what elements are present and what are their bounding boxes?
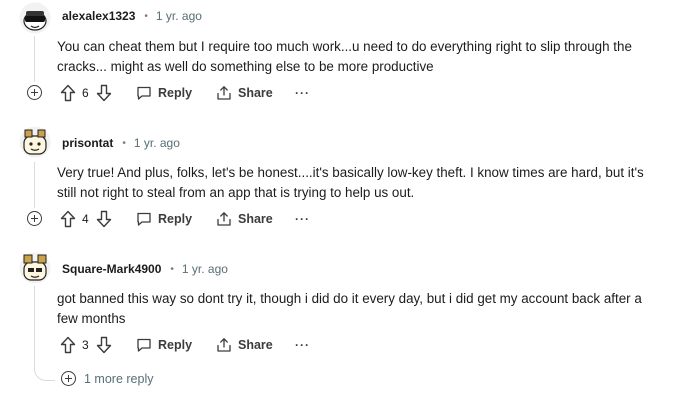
comment-meta: prisontat • 1 yr. ago	[62, 136, 180, 150]
snoo-avatar-icon[interactable]	[19, 2, 51, 34]
plus-circle-icon[interactable]	[27, 211, 42, 226]
share-label: Share	[238, 338, 273, 352]
reply-button[interactable]: Reply	[136, 83, 192, 103]
share-button[interactable]: Share	[216, 209, 273, 229]
comment-body: got banned this way so dont try it, thou…	[57, 289, 657, 329]
share-upload-icon	[217, 86, 231, 100]
vote-score: 3	[82, 338, 89, 352]
thread-elbow-connector	[34, 358, 55, 381]
arrow-up-icon[interactable]	[60, 84, 76, 102]
thread-rail[interactable]	[34, 36, 35, 82]
vote-group: 6	[60, 83, 112, 103]
vote-score: 4	[82, 212, 89, 226]
comment-actions: 3 Reply Share ···	[0, 335, 676, 359]
thread-rail[interactable]	[34, 162, 35, 208]
author-link[interactable]: Square-Mark4900	[62, 262, 161, 276]
comment-thread: alexalex1323 • 1 yr. ago You can cheat t…	[0, 0, 676, 404]
share-button[interactable]: Share	[216, 335, 273, 355]
speech-bubble-icon	[137, 338, 151, 352]
comment-text: Very true! And plus, folks, let's be hon…	[57, 165, 644, 200]
arrow-up-icon[interactable]	[60, 210, 76, 228]
comment-body: You can cheat them but I require too muc…	[57, 37, 657, 77]
reply-label: Reply	[158, 86, 193, 100]
share-label: Share	[238, 212, 273, 226]
reply-label: Reply	[158, 212, 193, 226]
plus-circle-icon	[61, 371, 76, 386]
comment-text: You can cheat them but I require too muc…	[57, 39, 632, 74]
comment-meta: alexalex1323 • 1 yr. ago	[62, 9, 202, 23]
reply-button[interactable]: Reply	[136, 335, 192, 355]
more-replies-label: 1 more reply	[84, 371, 154, 386]
vote-group: 4	[60, 209, 112, 229]
comment-actions: 4 Reply Share ···	[0, 209, 676, 233]
snoo-avatar-icon[interactable]	[19, 252, 51, 284]
speech-bubble-icon	[137, 212, 151, 226]
separator-dot: •	[144, 10, 148, 22]
arrow-down-icon[interactable]	[96, 336, 112, 354]
comment-text: got banned this way so dont try it, thou…	[57, 291, 642, 326]
comment-meta: Square-Mark4900 • 1 yr. ago	[62, 262, 228, 276]
reply-button[interactable]: Reply	[136, 209, 192, 229]
comment-actions: 6 Reply Share ···	[0, 83, 676, 107]
timestamp[interactable]: 1 yr. ago	[182, 262, 228, 276]
separator-dot: •	[170, 263, 174, 275]
vote-group: 3	[60, 335, 112, 355]
separator-dot: •	[122, 137, 126, 149]
timestamp[interactable]: 1 yr. ago	[156, 9, 202, 23]
plus-circle-icon[interactable]	[27, 85, 42, 100]
share-button[interactable]: Share	[216, 83, 273, 103]
author-link[interactable]: prisontat	[62, 136, 113, 150]
ellipsis-icon[interactable]: ···	[295, 212, 310, 226]
snoo-avatar-icon[interactable]	[19, 126, 51, 158]
timestamp[interactable]: 1 yr. ago	[134, 136, 180, 150]
comment-body: Very true! And plus, folks, let's be hon…	[57, 163, 657, 203]
ellipsis-icon[interactable]: ···	[295, 86, 310, 100]
vote-score: 6	[82, 86, 89, 100]
reply-label: Reply	[158, 338, 193, 352]
share-upload-icon	[217, 338, 231, 352]
more-replies-button[interactable]: 1 more reply	[61, 371, 153, 386]
arrow-up-icon[interactable]	[60, 336, 76, 354]
arrow-down-icon[interactable]	[96, 84, 112, 102]
share-upload-icon	[217, 212, 231, 226]
ellipsis-icon[interactable]: ···	[295, 338, 310, 352]
share-label: Share	[238, 86, 273, 100]
speech-bubble-icon	[137, 86, 151, 100]
author-link[interactable]: alexalex1323	[62, 9, 135, 23]
arrow-down-icon[interactable]	[96, 210, 112, 228]
